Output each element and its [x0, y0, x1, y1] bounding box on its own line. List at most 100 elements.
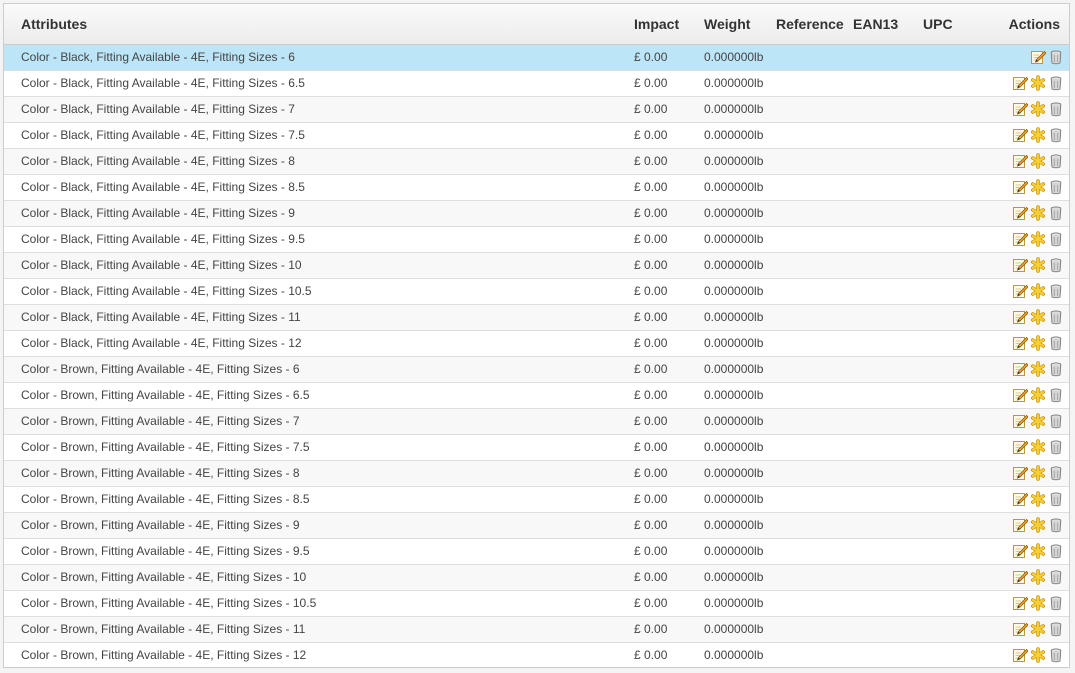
table-row[interactable]: Color - Black, Fitting Available - 4E, F…	[4, 304, 1069, 331]
asterisk-icon[interactable]	[1030, 309, 1046, 325]
table-row[interactable]: Color - Brown, Fitting Available - 4E, F…	[4, 616, 1069, 643]
edit-icon[interactable]	[1012, 101, 1028, 117]
asterisk-icon[interactable]	[1030, 101, 1046, 117]
edit-icon[interactable]	[1012, 543, 1028, 559]
asterisk-icon[interactable]	[1030, 543, 1046, 559]
asterisk-icon[interactable]	[1030, 335, 1046, 351]
asterisk-icon[interactable]	[1030, 569, 1046, 585]
edit-icon[interactable]	[1012, 491, 1028, 507]
table-row[interactable]: Color - Brown, Fitting Available - 4E, F…	[4, 486, 1069, 513]
trash-icon[interactable]	[1048, 335, 1064, 351]
asterisk-icon[interactable]	[1030, 127, 1046, 143]
trash-icon[interactable]	[1048, 621, 1064, 637]
trash-icon[interactable]	[1048, 595, 1064, 611]
asterisk-icon[interactable]	[1030, 621, 1046, 637]
table-row[interactable]: Color - Brown, Fitting Available - 4E, F…	[4, 538, 1069, 565]
table-row[interactable]: Color - Black, Fitting Available - 4E, F…	[4, 96, 1069, 123]
edit-icon[interactable]	[1012, 569, 1028, 585]
header-upc[interactable]: UPC	[923, 4, 978, 45]
trash-icon[interactable]	[1048, 647, 1064, 663]
table-row[interactable]: Color - Brown, Fitting Available - 4E, F…	[4, 590, 1069, 617]
table-row[interactable]: Color - Black, Fitting Available - 4E, F…	[4, 200, 1069, 227]
asterisk-icon[interactable]	[1030, 595, 1046, 611]
trash-icon[interactable]	[1048, 387, 1064, 403]
table-row[interactable]: Color - Brown, Fitting Available - 4E, F…	[4, 460, 1069, 487]
edit-icon[interactable]	[1012, 595, 1028, 611]
edit-icon[interactable]	[1012, 621, 1028, 637]
table-row[interactable]: Color - Black, Fitting Available - 4E, F…	[4, 44, 1069, 71]
trash-icon[interactable]	[1048, 465, 1064, 481]
edit-icon[interactable]	[1012, 257, 1028, 273]
asterisk-icon[interactable]	[1030, 257, 1046, 273]
edit-icon[interactable]	[1012, 517, 1028, 533]
asterisk-icon[interactable]	[1030, 231, 1046, 247]
table-row[interactable]: Color - Brown, Fitting Available - 4E, F…	[4, 512, 1069, 539]
edit-icon[interactable]	[1012, 127, 1028, 143]
asterisk-icon[interactable]	[1030, 179, 1046, 195]
table-row[interactable]: Color - Black, Fitting Available - 4E, F…	[4, 278, 1069, 305]
asterisk-icon[interactable]	[1030, 283, 1046, 299]
table-row[interactable]: Color - Brown, Fitting Available - 4E, F…	[4, 564, 1069, 591]
edit-icon[interactable]	[1030, 49, 1046, 65]
edit-icon[interactable]	[1012, 309, 1028, 325]
asterisk-icon[interactable]	[1030, 647, 1046, 663]
asterisk-icon[interactable]	[1030, 491, 1046, 507]
trash-icon[interactable]	[1048, 75, 1064, 91]
edit-icon[interactable]	[1012, 439, 1028, 455]
trash-icon[interactable]	[1048, 49, 1064, 65]
trash-icon[interactable]	[1048, 309, 1064, 325]
trash-icon[interactable]	[1048, 283, 1064, 299]
table-row[interactable]: Color - Brown, Fitting Available - 4E, F…	[4, 434, 1069, 461]
edit-icon[interactable]	[1012, 387, 1028, 403]
trash-icon[interactable]	[1048, 517, 1064, 533]
trash-icon[interactable]	[1048, 257, 1064, 273]
edit-icon[interactable]	[1012, 231, 1028, 247]
table-row[interactable]: Color - Black, Fitting Available - 4E, F…	[4, 252, 1069, 279]
trash-icon[interactable]	[1048, 179, 1064, 195]
asterisk-icon[interactable]	[1030, 205, 1046, 221]
table-row[interactable]: Color - Black, Fitting Available - 4E, F…	[4, 122, 1069, 149]
asterisk-icon[interactable]	[1030, 465, 1046, 481]
header-ean13[interactable]: EAN13	[853, 4, 923, 45]
edit-icon[interactable]	[1012, 179, 1028, 195]
table-row[interactable]: Color - Black, Fitting Available - 4E, F…	[4, 226, 1069, 253]
trash-icon[interactable]	[1048, 361, 1064, 377]
header-weight[interactable]: Weight	[704, 4, 776, 45]
trash-icon[interactable]	[1048, 127, 1064, 143]
trash-icon[interactable]	[1048, 101, 1064, 117]
table-row[interactable]: Color - Black, Fitting Available - 4E, F…	[4, 70, 1069, 97]
trash-icon[interactable]	[1048, 491, 1064, 507]
edit-icon[interactable]	[1012, 361, 1028, 377]
trash-icon[interactable]	[1048, 543, 1064, 559]
table-row[interactable]: Color - Brown, Fitting Available - 4E, F…	[4, 356, 1069, 383]
edit-icon[interactable]	[1012, 205, 1028, 221]
edit-icon[interactable]	[1012, 153, 1028, 169]
table-row[interactable]: Color - Brown, Fitting Available - 4E, F…	[4, 642, 1069, 667]
edit-icon[interactable]	[1012, 647, 1028, 663]
asterisk-icon[interactable]	[1030, 439, 1046, 455]
header-attributes[interactable]: Attributes	[4, 4, 634, 45]
asterisk-icon[interactable]	[1030, 153, 1046, 169]
asterisk-icon[interactable]	[1030, 361, 1046, 377]
table-row[interactable]: Color - Black, Fitting Available - 4E, F…	[4, 330, 1069, 357]
trash-icon[interactable]	[1048, 205, 1064, 221]
edit-icon[interactable]	[1012, 283, 1028, 299]
header-reference[interactable]: Reference	[776, 4, 853, 45]
edit-icon[interactable]	[1012, 465, 1028, 481]
trash-icon[interactable]	[1048, 569, 1064, 585]
trash-icon[interactable]	[1048, 413, 1064, 429]
trash-icon[interactable]	[1048, 153, 1064, 169]
edit-icon[interactable]	[1012, 413, 1028, 429]
table-row[interactable]: Color - Black, Fitting Available - 4E, F…	[4, 148, 1069, 175]
table-row[interactable]: Color - Brown, Fitting Available - 4E, F…	[4, 408, 1069, 435]
edit-icon[interactable]	[1012, 75, 1028, 91]
trash-icon[interactable]	[1048, 439, 1064, 455]
table-row[interactable]: Color - Brown, Fitting Available - 4E, F…	[4, 382, 1069, 409]
trash-icon[interactable]	[1048, 231, 1064, 247]
edit-icon[interactable]	[1012, 335, 1028, 351]
asterisk-icon[interactable]	[1030, 517, 1046, 533]
asterisk-icon[interactable]	[1030, 413, 1046, 429]
asterisk-icon[interactable]	[1030, 387, 1046, 403]
asterisk-icon[interactable]	[1030, 75, 1046, 91]
table-row[interactable]: Color - Black, Fitting Available - 4E, F…	[4, 174, 1069, 201]
